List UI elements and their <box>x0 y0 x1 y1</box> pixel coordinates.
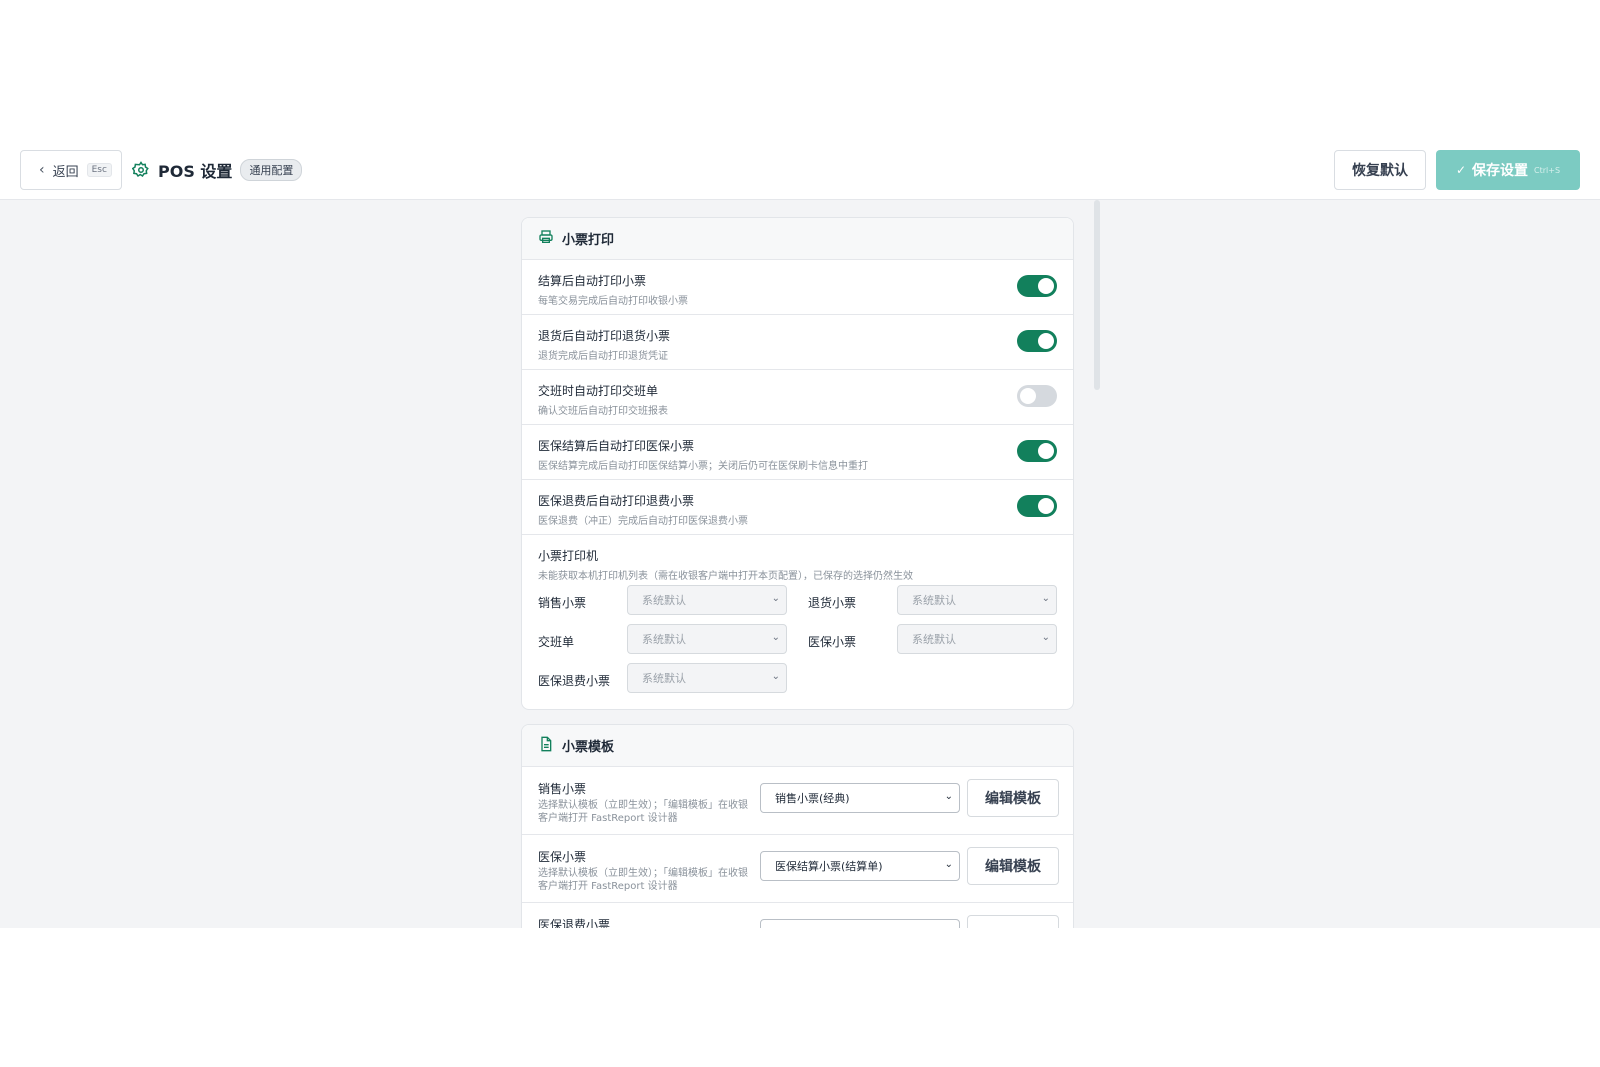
setting-title: 结算后自动打印小票 <box>538 274 647 288</box>
printer-field-label: 交班单 <box>538 635 575 649</box>
edit-template-button[interactable] <box>967 915 1059 928</box>
receipt-template-card: 小票模板 销售小票 选择默认模板（立即生效）；「编辑模板」在收银客户端打开 Fa… <box>521 724 1074 928</box>
settings-content: 小票打印 结算后自动打印小票 每笔交易完成后自动打印收银小票 退货后自动打印退货… <box>0 200 1600 928</box>
auto-print-insurance-toggle[interactable] <box>1017 440 1057 462</box>
check-icon: ✓ <box>1455 163 1467 177</box>
printer-desc: 未能获取本机打印机列表（需在收银客户端中打开本页配置），已保存的选择仍然生效 <box>538 571 913 582</box>
chevron-left-icon: ‹ <box>39 162 45 178</box>
scope-badge: 通用配置 <box>240 159 303 181</box>
auto-print-sale-toggle[interactable] <box>1017 275 1057 297</box>
page-title-group: POS 设置 通用配置 <box>132 158 303 182</box>
printer-icon <box>538 229 554 249</box>
auto-print-shift-toggle[interactable] <box>1017 385 1057 407</box>
printer-field-label: 医保小票 <box>808 635 857 649</box>
app-window: ‹ 返回 Esc POS 设置 通用配置 恢复默认 ✓ 保存设置 Ctrl+S <box>0 0 1600 1067</box>
setting-row: 交班时自动打印交班单 确认交班后自动打印交班报表 <box>522 370 1073 425</box>
template-row: 销售小票 选择默认模板（立即生效）；「编辑模板」在收银客户端打开 FastRep… <box>522 767 1073 835</box>
select-value: 系统默认 <box>642 633 686 646</box>
chevron-down-icon: ⌄ <box>944 859 953 870</box>
template-row: 医保小票 选择默认模板（立即生效）；「编辑模板」在收银客户端打开 FastRep… <box>522 835 1073 903</box>
restore-defaults-button[interactable]: 恢复默认 <box>1334 150 1426 190</box>
setting-row: 结算后自动打印小票 每笔交易完成后自动打印收银小票 <box>522 260 1073 315</box>
setting-title: 交班时自动打印交班单 <box>538 384 659 398</box>
auto-print-refund-toggle[interactable] <box>1017 495 1057 517</box>
card-header: 小票打印 <box>522 218 1073 260</box>
top-bar: ‹ 返回 Esc POS 设置 通用配置 恢复默认 ✓ 保存设置 Ctrl+S <box>0 140 1600 200</box>
setting-desc: 医保结算完成后自动打印医保结算小票；关闭后仍可在医保刷卡信息中重打 <box>538 461 868 472</box>
refund-printer-select[interactable]: 系统默认 ⌄ <box>627 663 787 693</box>
gear-icon <box>132 161 150 179</box>
select-value: 销售小票(经典) <box>775 792 850 805</box>
return-printer-select[interactable]: 系统默认 ⌄ <box>897 585 1057 615</box>
select-value: 医保结算小票(结算单) <box>775 860 883 873</box>
card-title: 小票模板 <box>562 740 615 755</box>
setting-desc: 每笔交易完成后自动打印收银小票 <box>538 296 688 307</box>
insurance-template-select[interactable]: 医保结算小票(结算单) ⌄ <box>760 851 960 881</box>
setting-row: 医保退费后自动打印退费小票 医保退费（冲正）完成后自动打印医保退费小票 <box>522 480 1073 535</box>
template-desc: 选择默认模板（立即生效）；「编辑模板」在收银客户端打开 FastReport 设… <box>538 800 748 824</box>
refund-template-select[interactable] <box>760 919 960 928</box>
auto-print-return-toggle[interactable] <box>1017 330 1057 352</box>
edit-template-button[interactable]: 编辑模板 <box>967 847 1059 885</box>
printer-field-label: 医保退费小票 <box>538 674 611 688</box>
chevron-down-icon: ⌄ <box>771 593 780 604</box>
page-title: POS 设置 <box>158 162 233 181</box>
document-icon <box>538 736 554 756</box>
printer-field-label: 销售小票 <box>538 596 587 610</box>
setting-title: 医保结算后自动打印医保小票 <box>538 439 695 453</box>
scrollbar-thumb[interactable] <box>1094 200 1100 390</box>
select-value: 系统默认 <box>912 594 956 607</box>
back-shortcut: Esc <box>86 163 112 177</box>
card-title: 小票打印 <box>562 233 615 248</box>
card-header: 小票模板 <box>522 725 1073 767</box>
shift-printer-select[interactable]: 系统默认 ⌄ <box>627 624 787 654</box>
back-label: 返回 <box>52 164 79 180</box>
insurance-printer-select[interactable]: 系统默认 ⌄ <box>897 624 1057 654</box>
setting-desc: 确认交班后自动打印交班报表 <box>538 406 668 417</box>
chevron-down-icon: ⌄ <box>1041 593 1050 604</box>
receipt-print-card: 小票打印 结算后自动打印小票 每笔交易完成后自动打印收银小票 退货后自动打印退货… <box>521 217 1074 710</box>
chevron-down-icon: ⌄ <box>1041 632 1050 643</box>
printer-title: 小票打印机 <box>538 549 599 563</box>
select-value: 系统默认 <box>912 633 956 646</box>
edit-template-button[interactable]: 编辑模板 <box>967 779 1059 817</box>
save-shortcut: Ctrl+S <box>1534 165 1561 175</box>
select-value: 系统默认 <box>642 672 686 685</box>
save-settings-button[interactable]: ✓ 保存设置 Ctrl+S <box>1436 150 1580 190</box>
template-desc: 选择默认模板（立即生效）；「编辑模板」在收银客户端打开 FastReport 设… <box>538 868 748 892</box>
setting-row: 医保结算后自动打印医保小票 医保结算完成后自动打印医保结算小票；关闭后仍可在医保… <box>522 425 1073 480</box>
back-button[interactable]: ‹ 返回 Esc <box>20 150 122 190</box>
template-row: 医保退费小票 <box>522 903 1073 928</box>
setting-desc: 医保退费（冲正）完成后自动打印医保退费小票 <box>538 516 748 527</box>
sale-template-select[interactable]: 销售小票(经典) ⌄ <box>760 783 960 813</box>
chevron-down-icon: ⌄ <box>771 632 780 643</box>
setting-title: 退货后自动打印退货小票 <box>538 329 671 343</box>
save-label: 保存设置 <box>1472 163 1529 179</box>
select-value: 系统默认 <box>642 594 686 607</box>
setting-title: 医保退费后自动打印退费小票 <box>538 494 695 508</box>
setting-desc: 退货完成后自动打印退货凭证 <box>538 351 668 362</box>
sale-printer-select[interactable]: 系统默认 ⌄ <box>627 585 787 615</box>
chevron-down-icon: ⌄ <box>944 791 953 802</box>
printer-field-label: 退货小票 <box>808 596 857 610</box>
chevron-down-icon: ⌄ <box>771 671 780 682</box>
setting-row: 退货后自动打印退货小票 退货完成后自动打印退货凭证 <box>522 315 1073 370</box>
receipt-printer-section: 小票打印机 未能获取本机打印机列表（需在收银客户端中打开本页配置），已保存的选择… <box>522 535 1073 705</box>
